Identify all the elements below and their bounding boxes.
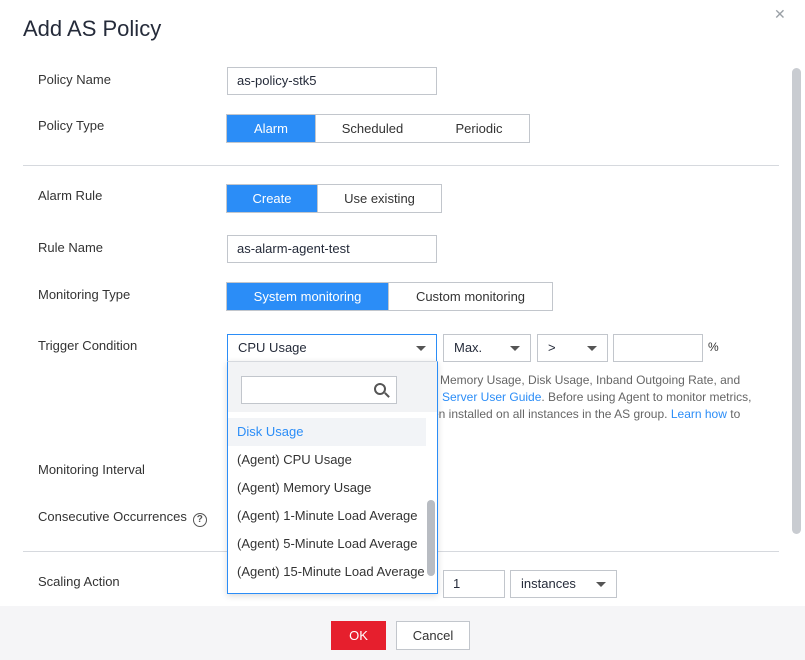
metric-select[interactable]: CPU Usage <box>227 334 437 362</box>
policy-type-periodic[interactable]: Periodic <box>429 115 529 142</box>
dropdown-item-agent-15min-load[interactable]: (Agent) 15-Minute Load Average <box>228 558 426 586</box>
policy-type-label: Policy Type <box>38 118 105 133</box>
alarm-rule-create[interactable]: Create <box>227 185 317 212</box>
aggregation-select-value: Max. <box>454 340 483 355</box>
policy-name-label: Policy Name <box>38 72 111 87</box>
search-icon <box>374 383 386 395</box>
rule-name-label: Rule Name <box>38 240 104 255</box>
dropdown-item-agent-1min-load[interactable]: (Agent) 1-Minute Load Average <box>228 502 426 530</box>
alarm-rule-segmented: Create Use existing <box>226 184 442 213</box>
scaling-unit-select[interactable]: instances <box>510 570 617 598</box>
ok-button[interactable]: OK <box>331 621 386 650</box>
alarm-rule-use-existing[interactable]: Use existing <box>317 185 441 212</box>
page-scrollbar[interactable] <box>792 68 801 534</box>
monitoring-type-custom[interactable]: Custom monitoring <box>388 283 552 310</box>
chevron-down-icon <box>510 346 520 351</box>
operator-select-value: > <box>548 340 556 355</box>
consecutive-occurrences-text: Consecutive Occurrences <box>38 509 187 524</box>
trigger-condition-label: Trigger Condition <box>38 338 138 353</box>
aggregation-select[interactable]: Max. <box>443 334 531 362</box>
dropdown-item-disk-usage[interactable]: Disk Usage <box>228 418 426 446</box>
alarm-rule-label: Alarm Rule <box>38 188 103 203</box>
cancel-button[interactable]: Cancel <box>396 621 470 650</box>
monitoring-interval-label: Monitoring Interval <box>38 462 145 477</box>
hint-line-1: Memory Usage, Disk Usage, Inband Outgoin… <box>440 373 741 387</box>
policy-type-alarm[interactable]: Alarm <box>227 115 315 142</box>
dropdown-scrollbar[interactable] <box>427 500 435 576</box>
threshold-unit: % <box>708 340 719 354</box>
hint-line-3-tail: to <box>730 407 741 421</box>
dropdown-item-agent-5min-load[interactable]: (Agent) 5-Minute Load Average <box>228 530 426 558</box>
dropdown-item-agent-memory-usage[interactable]: (Agent) Memory Usage <box>228 474 426 502</box>
dropdown-item-agent-cpu-usage[interactable]: (Agent) CPU Usage <box>228 446 426 474</box>
policy-type-scheduled[interactable]: Scheduled <box>315 115 429 142</box>
question-circle-icon[interactable]: ? <box>192 513 207 527</box>
metric-dropdown: Disk Usage (Agent) CPU Usage (Agent) Mem… <box>227 361 438 594</box>
hint-line-3: en installed on all instances in the AS … <box>432 405 740 423</box>
monitoring-type-system[interactable]: System monitoring <box>227 283 388 310</box>
scaling-action-label: Scaling Action <box>38 574 120 589</box>
chevron-down-icon <box>416 346 426 351</box>
dialog-title: Add AS Policy <box>23 16 162 41</box>
hint-line-3-text: en installed on all instances in the AS … <box>432 407 668 421</box>
divider <box>23 165 779 166</box>
policy-type-segmented: Alarm Scheduled Periodic <box>226 114 530 143</box>
scaling-count-input[interactable]: 1 <box>443 570 505 598</box>
chevron-down-icon <box>587 346 597 351</box>
rule-name-input[interactable]: as-alarm-agent-test <box>227 235 437 263</box>
learn-how-link[interactable]: Learn how <box>671 407 727 421</box>
monitoring-type-label: Monitoring Type <box>38 287 131 302</box>
operator-select[interactable]: > <box>537 334 608 362</box>
hint-line-2-text: . Before using Agent to monitor metrics, <box>541 390 752 404</box>
dropdown-search-area <box>228 362 437 412</box>
server-user-guide-link[interactable]: d Server User Guide <box>432 390 541 404</box>
metric-select-value: CPU Usage <box>238 340 307 355</box>
scaling-unit-value: instances <box>521 576 576 591</box>
monitoring-type-segmented: System monitoring Custom monitoring <box>226 282 553 311</box>
policy-name-input[interactable]: as-policy-stk5 <box>227 67 437 95</box>
chevron-down-icon <box>596 582 606 587</box>
close-icon[interactable]: ✕ <box>774 6 786 23</box>
threshold-input[interactable] <box>613 334 703 362</box>
add-as-policy-dialog: Add AS Policy ✕ Policy Name as-policy-st… <box>0 0 805 660</box>
dropdown-search-input[interactable] <box>241 376 397 404</box>
consecutive-occurrences-label: Consecutive Occurrences? <box>38 509 207 527</box>
hint-line-2: d Server User Guide. Before using Agent … <box>432 388 752 406</box>
